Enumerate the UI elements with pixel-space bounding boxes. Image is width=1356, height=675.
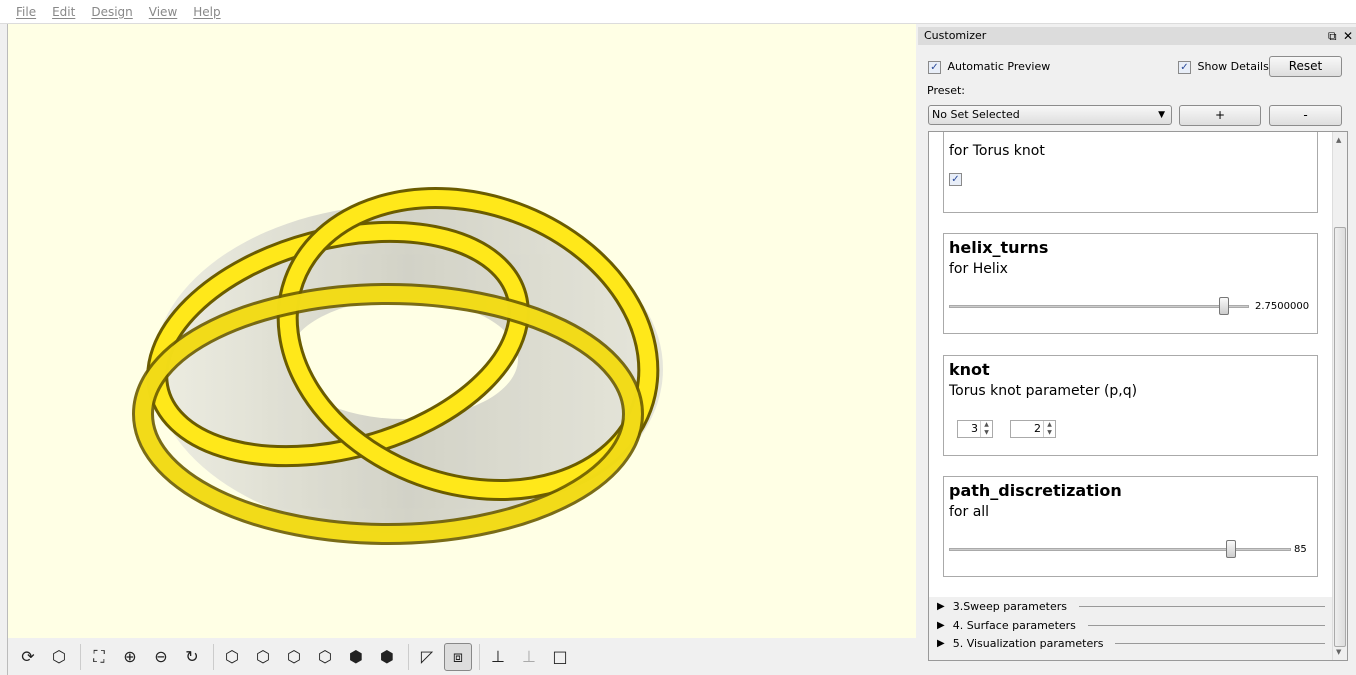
param-description: for Torus knot [949, 143, 1045, 159]
group-sweep[interactable]: ▶ 3.Sweep parameters [929, 597, 1329, 615]
show-edges-icon[interactable]: □ [546, 643, 574, 671]
preview-render-icon[interactable]: ⟳ [14, 643, 42, 671]
helix-turns-slider[interactable] [949, 305, 1249, 308]
expand-triangle-icon: ▶ [937, 619, 945, 631]
param-card-helix-turns: helix_turns for Helix 2.7500000 [943, 233, 1318, 334]
show-details-label: Show Details [1197, 60, 1269, 73]
checkbox-icon[interactable]: ✓ [1178, 60, 1191, 74]
scroll-down-icon[interactable]: ▼ [1336, 648, 1341, 656]
param-name: path_discretization [949, 481, 1122, 500]
view-all-icon[interactable]: ⛶ [85, 643, 113, 671]
float-icon[interactable]: ⧉ [1328, 27, 1337, 45]
show-axes-icon[interactable]: ⊥ [484, 643, 512, 671]
preset-value: No Set Selected [932, 108, 1020, 121]
param-name: helix_turns [949, 238, 1049, 257]
parameters-scroll-area[interactable]: for Torus knot ✓ helix_turns for Helix 2… [928, 131, 1348, 661]
param-checkbox[interactable]: ✓ [949, 173, 962, 186]
menu-design[interactable]: Design [91, 5, 132, 19]
preset-label: Preset: [927, 84, 966, 97]
param-card-torus: for Torus knot ✓ [943, 132, 1318, 213]
knot-p-spinbox[interactable]: 3 ▲ ▼ [957, 420, 993, 438]
view-back-icon[interactable]: ⬢ [373, 643, 401, 671]
toolbar-separator [479, 643, 480, 670]
checkbox-icon[interactable]: ✓ [928, 60, 941, 74]
spin-arrows-icon[interactable]: ▲ ▼ [980, 421, 992, 437]
view-right-icon[interactable]: ⬡ [218, 643, 246, 671]
toolbar-separator [80, 643, 81, 670]
remove-preset-button[interactable]: - [1269, 105, 1342, 126]
view-front-icon[interactable]: ⬢ [342, 643, 370, 671]
param-card-path-discretization: path_discretization for all 85 [943, 476, 1318, 577]
close-icon[interactable]: ✕ [1343, 27, 1353, 45]
menu-help[interactable]: Help [193, 5, 220, 19]
group-surface[interactable]: ▶ 4. Surface parameters [929, 616, 1329, 634]
render-icon[interactable]: ⬡ [45, 643, 73, 671]
view-top-icon[interactable]: ⬡ [249, 643, 277, 671]
group-label: 3.Sweep parameters [952, 599, 1067, 613]
slider-handle[interactable] [1226, 540, 1236, 558]
zoom-in-icon[interactable]: ⊕ [116, 643, 144, 671]
chevron-down-icon: ▼ [1158, 110, 1165, 120]
view-bottom-icon[interactable]: ⬡ [280, 643, 308, 671]
spin-arrows-icon[interactable]: ▲ ▼ [1043, 421, 1055, 437]
orthogonal-icon[interactable]: ⧈ [444, 642, 472, 671]
show-details-checkbox[interactable]: ✓ Show Details [1178, 60, 1269, 74]
perspective-icon[interactable]: ◸ [413, 643, 441, 671]
group-visualization[interactable]: ▶ 5. Visualization parameters [929, 634, 1329, 652]
param-description: for Helix [949, 261, 1008, 277]
3d-viewport[interactable] [8, 24, 916, 638]
knot-q-spinbox[interactable]: 2 ▲ ▼ [1010, 420, 1056, 438]
add-preset-button[interactable]: + [1179, 105, 1261, 126]
customizer-title-bar: Customizer ⧉ ✕ [918, 27, 1356, 45]
spin-value: 3 [971, 422, 978, 435]
param-description: for all [949, 504, 990, 520]
menu-file[interactable]: File [16, 5, 36, 19]
expand-triangle-icon: ▶ [937, 600, 945, 612]
menu-bar: File Edit Design View Help [0, 0, 1356, 24]
spin-value: 2 [1034, 422, 1041, 435]
param-description: Torus knot parameter (p,q) [949, 383, 1138, 399]
slider-handle[interactable] [1219, 297, 1229, 315]
group-label: 5. Visualization parameters [952, 636, 1104, 650]
path-discretization-slider[interactable] [949, 548, 1291, 551]
param-name: knot [949, 360, 990, 379]
customizer-panel: Customizer ⧉ ✕ ✓ Automatic Preview ✓ Sho… [918, 25, 1356, 675]
reset-button[interactable]: Reset [1269, 56, 1342, 77]
show-scale-icon[interactable]: ⊥ [515, 643, 543, 671]
model-render [132, 187, 663, 545]
toolbar-separator [213, 643, 214, 670]
slider-value: 85 [1294, 544, 1307, 555]
param-card-knot: knot Torus knot parameter (p,q) 3 ▲ ▼ 2 ▲ ▼ [943, 355, 1318, 456]
customizer-title: Customizer [924, 29, 987, 42]
editor-collapsed-edge [0, 24, 8, 675]
menu-view[interactable]: View [149, 5, 177, 19]
automatic-preview-label: Automatic Preview [947, 60, 1051, 73]
group-label: 4. Surface parameters [952, 618, 1076, 632]
automatic-preview-checkbox[interactable]: ✓ Automatic Preview [928, 60, 1050, 74]
scroll-up-icon[interactable]: ▲ [1336, 136, 1341, 144]
menu-edit[interactable]: Edit [52, 5, 75, 19]
slider-value: 2.7500000 [1255, 301, 1310, 312]
toolbar-separator [408, 643, 409, 670]
reset-view-icon[interactable]: ↻ [178, 643, 206, 671]
expand-triangle-icon: ▶ [937, 637, 945, 649]
view-toolbar: ⟳ ⬡ ⛶ ⊕ ⊖ ↻ ⬡ ⬡ ⬡ ⬡ ⬢ ⬢ ◸ ⧈ ⊥ ⊥ □ [8, 638, 916, 675]
preset-dropdown[interactable]: No Set Selected ▼ [928, 105, 1172, 125]
vertical-scrollbar[interactable]: ▲ ▼ [1332, 132, 1347, 660]
view-left-icon[interactable]: ⬡ [311, 643, 339, 671]
zoom-out-icon[interactable]: ⊖ [147, 643, 175, 671]
scrollbar-thumb[interactable] [1334, 227, 1346, 647]
